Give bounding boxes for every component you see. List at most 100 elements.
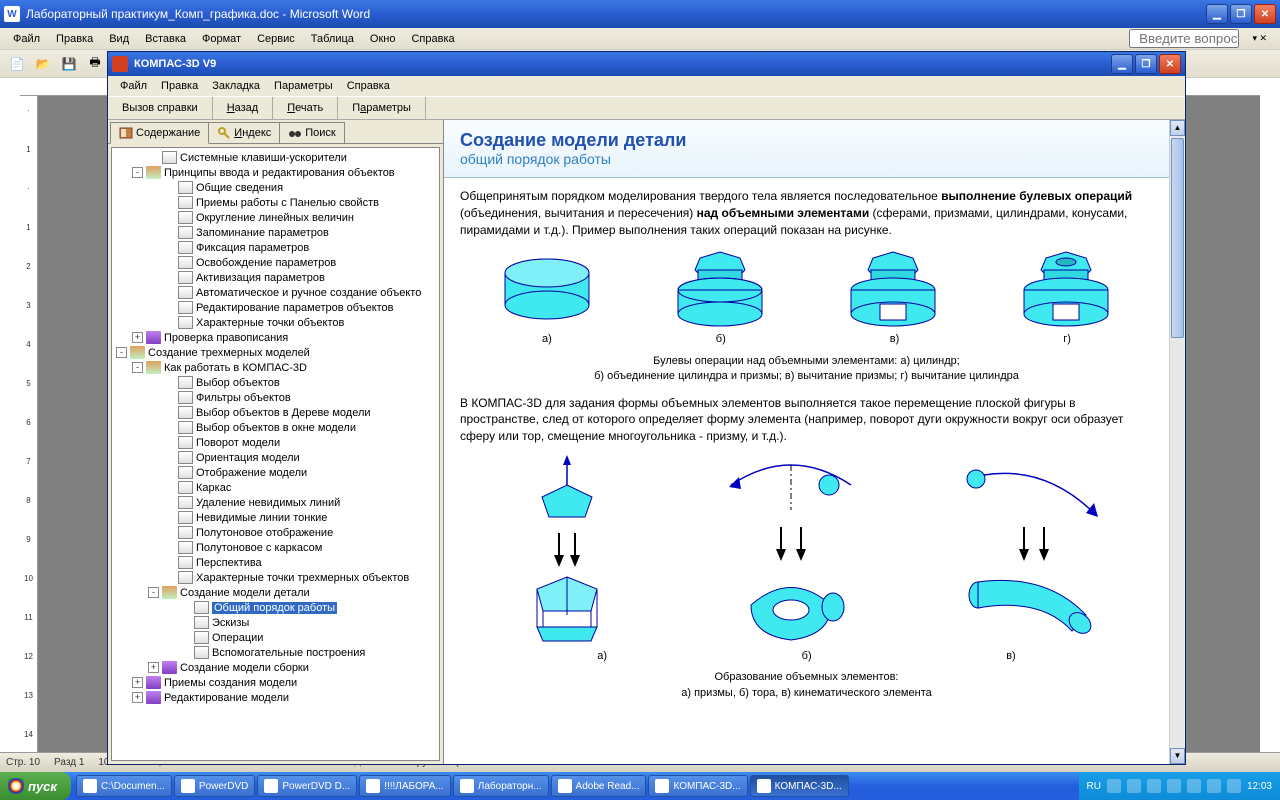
menu-format[interactable]: Формат bbox=[195, 31, 248, 47]
expand-toggle[interactable]: - bbox=[148, 587, 159, 598]
expand-toggle[interactable]: - bbox=[132, 167, 143, 178]
tab-index[interactable]: Индекс bbox=[208, 122, 280, 144]
tree-item[interactable]: Каркас bbox=[114, 480, 437, 495]
tree-item[interactable]: +Проверка правописания bbox=[114, 330, 437, 345]
tb-options[interactable]: Параметры bbox=[338, 97, 426, 119]
kompas-titlebar[interactable]: КОМПАС-3D V9 ▁ ❐ ✕ bbox=[108, 52, 1185, 76]
tree-item[interactable]: Удаление невидимых линий bbox=[114, 495, 437, 510]
expand-toggle[interactable]: + bbox=[132, 332, 143, 343]
menu-help[interactable]: Справка bbox=[404, 31, 461, 47]
tree-item[interactable]: Выбор объектов в Дереве модели bbox=[114, 405, 437, 420]
kmenu-params[interactable]: Параметры bbox=[268, 79, 339, 93]
tree-item[interactable]: Приемы работы с Панелью свойств bbox=[114, 195, 437, 210]
close-button[interactable]: ✕ bbox=[1254, 4, 1276, 24]
tree-item[interactable]: -Как работать в КОМПАС-3D bbox=[114, 360, 437, 375]
language-indicator[interactable]: RU bbox=[1087, 781, 1101, 792]
taskbar-item[interactable]: !!!!ЛАБОРА... bbox=[359, 775, 451, 797]
tray-icon[interactable] bbox=[1187, 779, 1201, 793]
kmenu-help[interactable]: Справка bbox=[341, 79, 396, 93]
tree-item[interactable]: Полутоновое с каркасом bbox=[114, 540, 437, 555]
tray-icon[interactable] bbox=[1127, 779, 1141, 793]
taskbar-item[interactable]: КОМПАС-3D... bbox=[648, 775, 747, 797]
save-button[interactable]: 💾 bbox=[58, 53, 80, 75]
tree-item[interactable]: Операции bbox=[114, 630, 437, 645]
taskbar-item[interactable]: PowerDVD D... bbox=[257, 775, 357, 797]
tree-item[interactable]: Активизация параметров bbox=[114, 270, 437, 285]
ask-question-input[interactable] bbox=[1129, 29, 1239, 48]
start-button[interactable]: пуск bbox=[0, 772, 71, 800]
taskbar-item[interactable]: C:\Documen... bbox=[76, 775, 172, 797]
kmenu-bookmark[interactable]: Закладка bbox=[206, 79, 266, 93]
clock[interactable]: 12:03 bbox=[1247, 781, 1272, 792]
tb-call-help[interactable]: Вызов справки bbox=[108, 97, 213, 119]
tree-item[interactable]: Фильтры объектов bbox=[114, 390, 437, 405]
menu-tools[interactable]: Сервис bbox=[250, 31, 302, 47]
tray-icon[interactable] bbox=[1167, 779, 1181, 793]
tree-item[interactable]: Вспомогательные построения bbox=[114, 645, 437, 660]
tree-item[interactable]: Невидимые линии тонкие bbox=[114, 510, 437, 525]
scroll-thumb[interactable] bbox=[1171, 138, 1184, 338]
print-button[interactable]: 🖶 bbox=[84, 53, 106, 75]
taskbar-item[interactable]: КОМПАС-3D... bbox=[750, 775, 849, 797]
expand-toggle[interactable]: + bbox=[132, 692, 143, 703]
tree-item[interactable]: Перспектива bbox=[114, 555, 437, 570]
tray-icon[interactable] bbox=[1147, 779, 1161, 793]
taskbar-item[interactable]: Лабораторн... bbox=[453, 775, 549, 797]
maximize-button[interactable]: ❐ bbox=[1230, 4, 1252, 24]
tab-search[interactable]: Поиск bbox=[279, 122, 344, 144]
kmenu-file[interactable]: Файл bbox=[114, 79, 153, 93]
expand-toggle[interactable]: + bbox=[132, 677, 143, 688]
scroll-down-button[interactable]: ▼ bbox=[1170, 748, 1185, 764]
kompas-maximize-button[interactable]: ❐ bbox=[1135, 54, 1157, 74]
tree-item[interactable]: Поворот модели bbox=[114, 435, 437, 450]
minimize-button[interactable]: ▁ bbox=[1206, 4, 1228, 24]
tree-item[interactable]: Выбор объектов bbox=[114, 375, 437, 390]
tree-item[interactable]: Фиксация параметров bbox=[114, 240, 437, 255]
tree-item[interactable]: Ориентация модели bbox=[114, 450, 437, 465]
tree-item[interactable]: Эскизы bbox=[114, 615, 437, 630]
expand-toggle[interactable]: - bbox=[116, 347, 127, 358]
tree-item[interactable]: Общие сведения bbox=[114, 180, 437, 195]
content-scrollbar[interactable]: ▲ ▼ bbox=[1169, 120, 1185, 764]
taskbar-item[interactable]: Adobe Read... bbox=[551, 775, 647, 797]
tree-item[interactable]: -Принципы ввода и редактирования объекто… bbox=[114, 165, 437, 180]
tree-item[interactable]: -Создание трехмерных моделей bbox=[114, 345, 437, 360]
word-titlebar[interactable]: W Лабораторный практикум_Комп_графика.do… bbox=[0, 0, 1280, 28]
tab-contents[interactable]: Содержание bbox=[110, 122, 209, 144]
tree-item[interactable]: Автоматическое и ручное создание объекто bbox=[114, 285, 437, 300]
tree-item[interactable]: Запоминание параметров bbox=[114, 225, 437, 240]
vertical-ruler[interactable]: ·1·1234567891011121314151617 bbox=[20, 96, 38, 756]
tree-item[interactable]: +Создание модели сборки bbox=[114, 660, 437, 675]
scroll-up-button[interactable]: ▲ bbox=[1170, 120, 1185, 136]
menu-edit[interactable]: Правка bbox=[49, 31, 100, 47]
tree-item[interactable]: Системные клавиши-ускорители bbox=[114, 150, 437, 165]
tree-item[interactable]: Общий порядок работы bbox=[114, 600, 437, 615]
tree-item[interactable]: Отображение модели bbox=[114, 465, 437, 480]
tree-item[interactable]: Редактирование параметров объектов bbox=[114, 300, 437, 315]
tree-item[interactable]: +Приемы создания модели bbox=[114, 675, 437, 690]
kmenu-edit[interactable]: Правка bbox=[155, 79, 204, 93]
tree-item[interactable]: Выбор объектов в окне модели bbox=[114, 420, 437, 435]
tree-item[interactable]: Освобождение параметров bbox=[114, 255, 437, 270]
open-button[interactable]: 📂 bbox=[32, 53, 54, 75]
expand-toggle[interactable]: + bbox=[148, 662, 159, 673]
new-doc-button[interactable]: 📄 bbox=[6, 53, 28, 75]
tree-item[interactable]: Характерные точки трехмерных объектов bbox=[114, 570, 437, 585]
menu-table[interactable]: Таблица bbox=[304, 31, 361, 47]
menu-window[interactable]: Окно bbox=[363, 31, 403, 47]
tb-print[interactable]: Печать bbox=[273, 97, 338, 119]
tree-item[interactable]: Полутоновое отображение bbox=[114, 525, 437, 540]
contents-tree[interactable]: Системные клавиши-ускорители-Принципы вв… bbox=[111, 147, 440, 761]
expand-toggle[interactable]: - bbox=[132, 362, 143, 373]
system-tray[interactable]: RU 12:03 bbox=[1079, 772, 1280, 800]
menu-file[interactable]: Файл bbox=[6, 31, 47, 47]
tb-back[interactable]: Назад bbox=[213, 97, 274, 119]
menu-view[interactable]: Вид bbox=[102, 31, 136, 47]
tray-icon[interactable] bbox=[1207, 779, 1221, 793]
tree-item[interactable]: +Редактирование модели bbox=[114, 690, 437, 705]
kompas-minimize-button[interactable]: ▁ bbox=[1111, 54, 1133, 74]
tree-item[interactable]: Округление линейных величин bbox=[114, 210, 437, 225]
kompas-close-button[interactable]: ✕ bbox=[1159, 54, 1181, 74]
menu-insert[interactable]: Вставка bbox=[138, 31, 193, 47]
tree-item[interactable]: Характерные точки объектов bbox=[114, 315, 437, 330]
